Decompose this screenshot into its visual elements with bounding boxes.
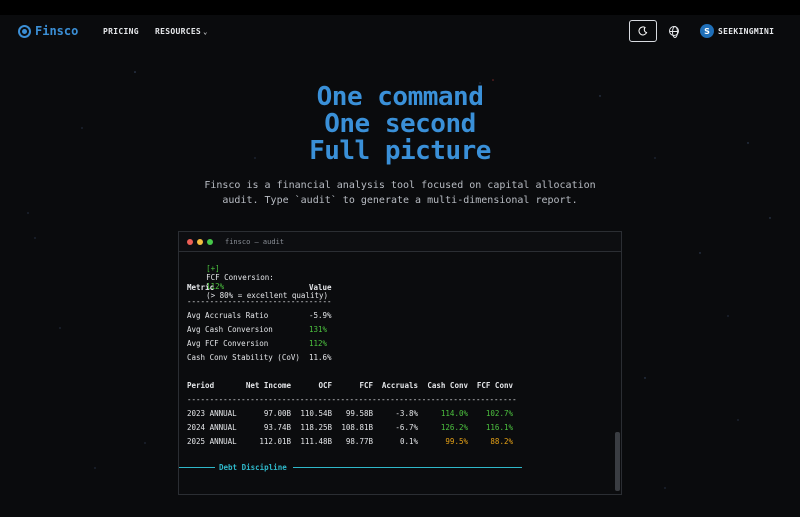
summary-value-4: 11.6% (309, 353, 332, 362)
maximize-dot-icon[interactable] (207, 238, 213, 245)
period-row-3-net-income: 112.01B (259, 437, 291, 446)
summary-header-metric: Metric (187, 283, 215, 292)
summary-metric-1: Avg Accruals Ratio (187, 311, 269, 320)
hero-line-3: Full picture (309, 136, 491, 166)
fcf-label: FCF Conversion: (206, 273, 274, 282)
nav-link-resources-label: RESOURCES (155, 27, 202, 36)
hero-heading: One command One second Full picture (0, 84, 800, 165)
summary-value-2: 131% (309, 325, 328, 334)
period-header-net-income: Net Income (245, 381, 291, 390)
period-row-2-period: 2024 ANNUAL (187, 423, 237, 432)
hero-line-2: One second (324, 109, 476, 139)
nav-link-resources[interactable]: RESOURCES ⌄ (155, 27, 208, 36)
globe-icon[interactable] (669, 26, 679, 38)
period-row-2-accruals: -6.7% (395, 423, 418, 432)
theme-toggle-button[interactable] (629, 20, 657, 42)
chevron-down-icon: ⌄ (203, 28, 208, 36)
period-row-2-ocf: 118.25B (300, 423, 332, 432)
close-dot-icon[interactable] (187, 238, 193, 245)
brand-logo[interactable]: Finsco (18, 24, 78, 38)
period-row-1-net-income: 97.00B (263, 409, 291, 418)
brand-name: Finsco (35, 24, 79, 38)
summary-header-value: Value (309, 283, 332, 292)
hero-subtitle: Finsco is a financial analysis tool focu… (0, 178, 800, 208)
period-header-fcf-conv: FCF Conv (476, 381, 513, 390)
period-header-cash-conv: Cash Conv (427, 381, 468, 390)
subtitle-line-1: Finsco is a financial analysis tool focu… (204, 180, 596, 191)
summary-metric-3: Avg FCF Conversion (187, 339, 269, 348)
period-row-1-accruals: -3.8% (395, 409, 418, 418)
logo-icon (18, 24, 31, 38)
avatar[interactable]: S (700, 24, 714, 38)
period-row-1-ocf: 110.54B (300, 409, 332, 418)
moon-icon (638, 26, 648, 36)
period-row-1-period: 2023 ANNUAL (187, 409, 237, 418)
summary-metric-4: Cash Conv Stability (CoV) (187, 353, 300, 362)
period-row-3-cash-conv: 99.5% (445, 437, 468, 446)
summary-value-3: 112% (309, 339, 328, 348)
subtitle-line-2: audit. Type `audit` to generate a multi-… (222, 195, 578, 206)
minimize-dot-icon[interactable] (197, 238, 203, 245)
terminal-output: [+] FCF Conversion: 112% (> 80% = excell… (179, 253, 613, 494)
period-header-ocf: OCF (318, 381, 332, 390)
nav-link-pricing[interactable]: PRICING (103, 27, 139, 36)
period-row-2-fcf: 108.81B (341, 423, 373, 432)
summary-rule: -------------------------------- (187, 297, 332, 306)
period-row-3-fcf: 98.77B (345, 437, 373, 446)
fcf-prefix: [+] (206, 264, 220, 273)
period-row-3-fcf-conv: 88.2% (490, 437, 513, 446)
top-strip (0, 0, 800, 15)
section-title: Debt Discipline (219, 463, 287, 472)
terminal-window: finsco — audit [+] FCF Conversion: 112% … (178, 231, 622, 495)
username[interactable]: SEEKINGMINI (718, 27, 774, 36)
period-rule: ----------------------------------------… (187, 395, 517, 404)
terminal-titlebar: finsco — audit (179, 232, 621, 252)
section-rule-right (293, 467, 522, 468)
period-row-2-fcf-conv: 116.1% (485, 423, 513, 432)
period-row-1-cash-conv: 114.0% (440, 409, 468, 418)
terminal-title: finsco — audit (225, 237, 285, 246)
period-row-3-ocf: 111.48B (300, 437, 332, 446)
period-header-period: Period (187, 381, 215, 390)
period-header-accruals: Accruals (381, 381, 418, 390)
terminal-scrollbar-thumb[interactable] (615, 432, 620, 491)
period-row-3-period: 2025 ANNUAL (187, 437, 237, 446)
period-row-3-accruals: 0.1% (399, 437, 418, 446)
period-header-fcf: FCF (359, 381, 373, 390)
summary-value-1: -5.9% (309, 311, 332, 320)
period-row-2-net-income: 93.74B (263, 423, 291, 432)
period-row-1-fcf-conv: 102.7% (485, 409, 513, 418)
period-row-2-cash-conv: 126.2% (440, 423, 468, 432)
period-row-1-fcf: 99.58B (345, 409, 373, 418)
section-rule-left (179, 467, 215, 468)
hero-line-1: One command (316, 82, 484, 112)
summary-metric-2: Avg Cash Conversion (187, 325, 273, 334)
